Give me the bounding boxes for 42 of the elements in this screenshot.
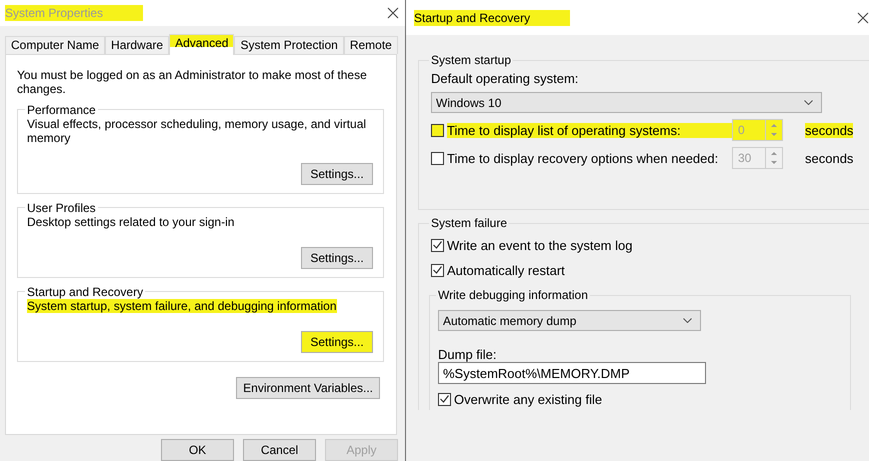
group-title: System startup <box>430 53 512 67</box>
unit-label: seconds <box>805 122 854 138</box>
checkbox-label: Time to display list of operating systems: <box>447 122 732 138</box>
field-label: Default operating system: <box>431 71 580 86</box>
group-title: Startup and Recovery <box>26 284 144 299</box>
group-description: Visual effects, processor scheduling, memory usage, and virtual memory <box>27 116 368 145</box>
unit-label: seconds <box>805 150 854 166</box>
group-description: Desktop settings related to your sign-in <box>27 214 234 229</box>
tab[interactable]: System Protection <box>234 36 344 54</box>
dump-file-field[interactable]: %SystemRoot%\MEMORY.DMP <box>438 362 706 384</box>
checkbox-label: Time to display recovery options when needed: <box>447 150 720 166</box>
tab[interactable]: Computer Name <box>5 36 106 54</box>
checkbox-label: Write an event to the system log <box>447 238 632 252</box>
checkbox-label: Overwrite any existing file <box>454 392 602 406</box>
checkbox-label: Automatically restart <box>447 262 565 278</box>
tab[interactable]: Remote <box>344 36 398 54</box>
field-label: Dump file: <box>438 347 498 362</box>
tab[interactable]: Hardware <box>105 36 170 54</box>
settings-button[interactable]: Settings... <box>301 330 373 353</box>
notice-text: You must be logged on as an Administrator to make most of these changes. <box>17 68 368 96</box>
settings-button[interactable]: Settings... <box>301 162 373 185</box>
group-title: Performance <box>26 102 97 117</box>
tab[interactable]: Advanced <box>169 34 234 55</box>
os-dropdown[interactable]: Windows 10 <box>431 92 822 113</box>
group-title: System failure <box>430 216 508 230</box>
chevron-icon <box>804 100 813 105</box>
close-icon[interactable] <box>857 12 869 24</box>
window-title: System Properties <box>5 4 144 21</box>
group-description: System startup, system failure, and debugging information <box>27 298 336 313</box>
dialog-button[interactable]: Cancel <box>243 439 316 461</box>
dialog-button[interactable]: OK <box>161 439 234 461</box>
window-title: Startup and Recovery <box>414 10 570 26</box>
group-title: User Profiles <box>26 200 97 215</box>
checkbox[interactable] <box>438 392 451 406</box>
group-title: Write debugging information <box>437 288 589 302</box>
chevron-icon <box>683 318 692 323</box>
checkbox[interactable] <box>431 264 444 276</box>
settings-button[interactable]: Settings... <box>301 246 373 269</box>
environment-variables-button[interactable]: Environment Variables... <box>236 376 380 399</box>
dump-type-dropdown[interactable]: Automatic memory dump <box>438 310 701 331</box>
close-icon[interactable] <box>387 6 399 19</box>
checkbox[interactable] <box>431 238 444 252</box>
